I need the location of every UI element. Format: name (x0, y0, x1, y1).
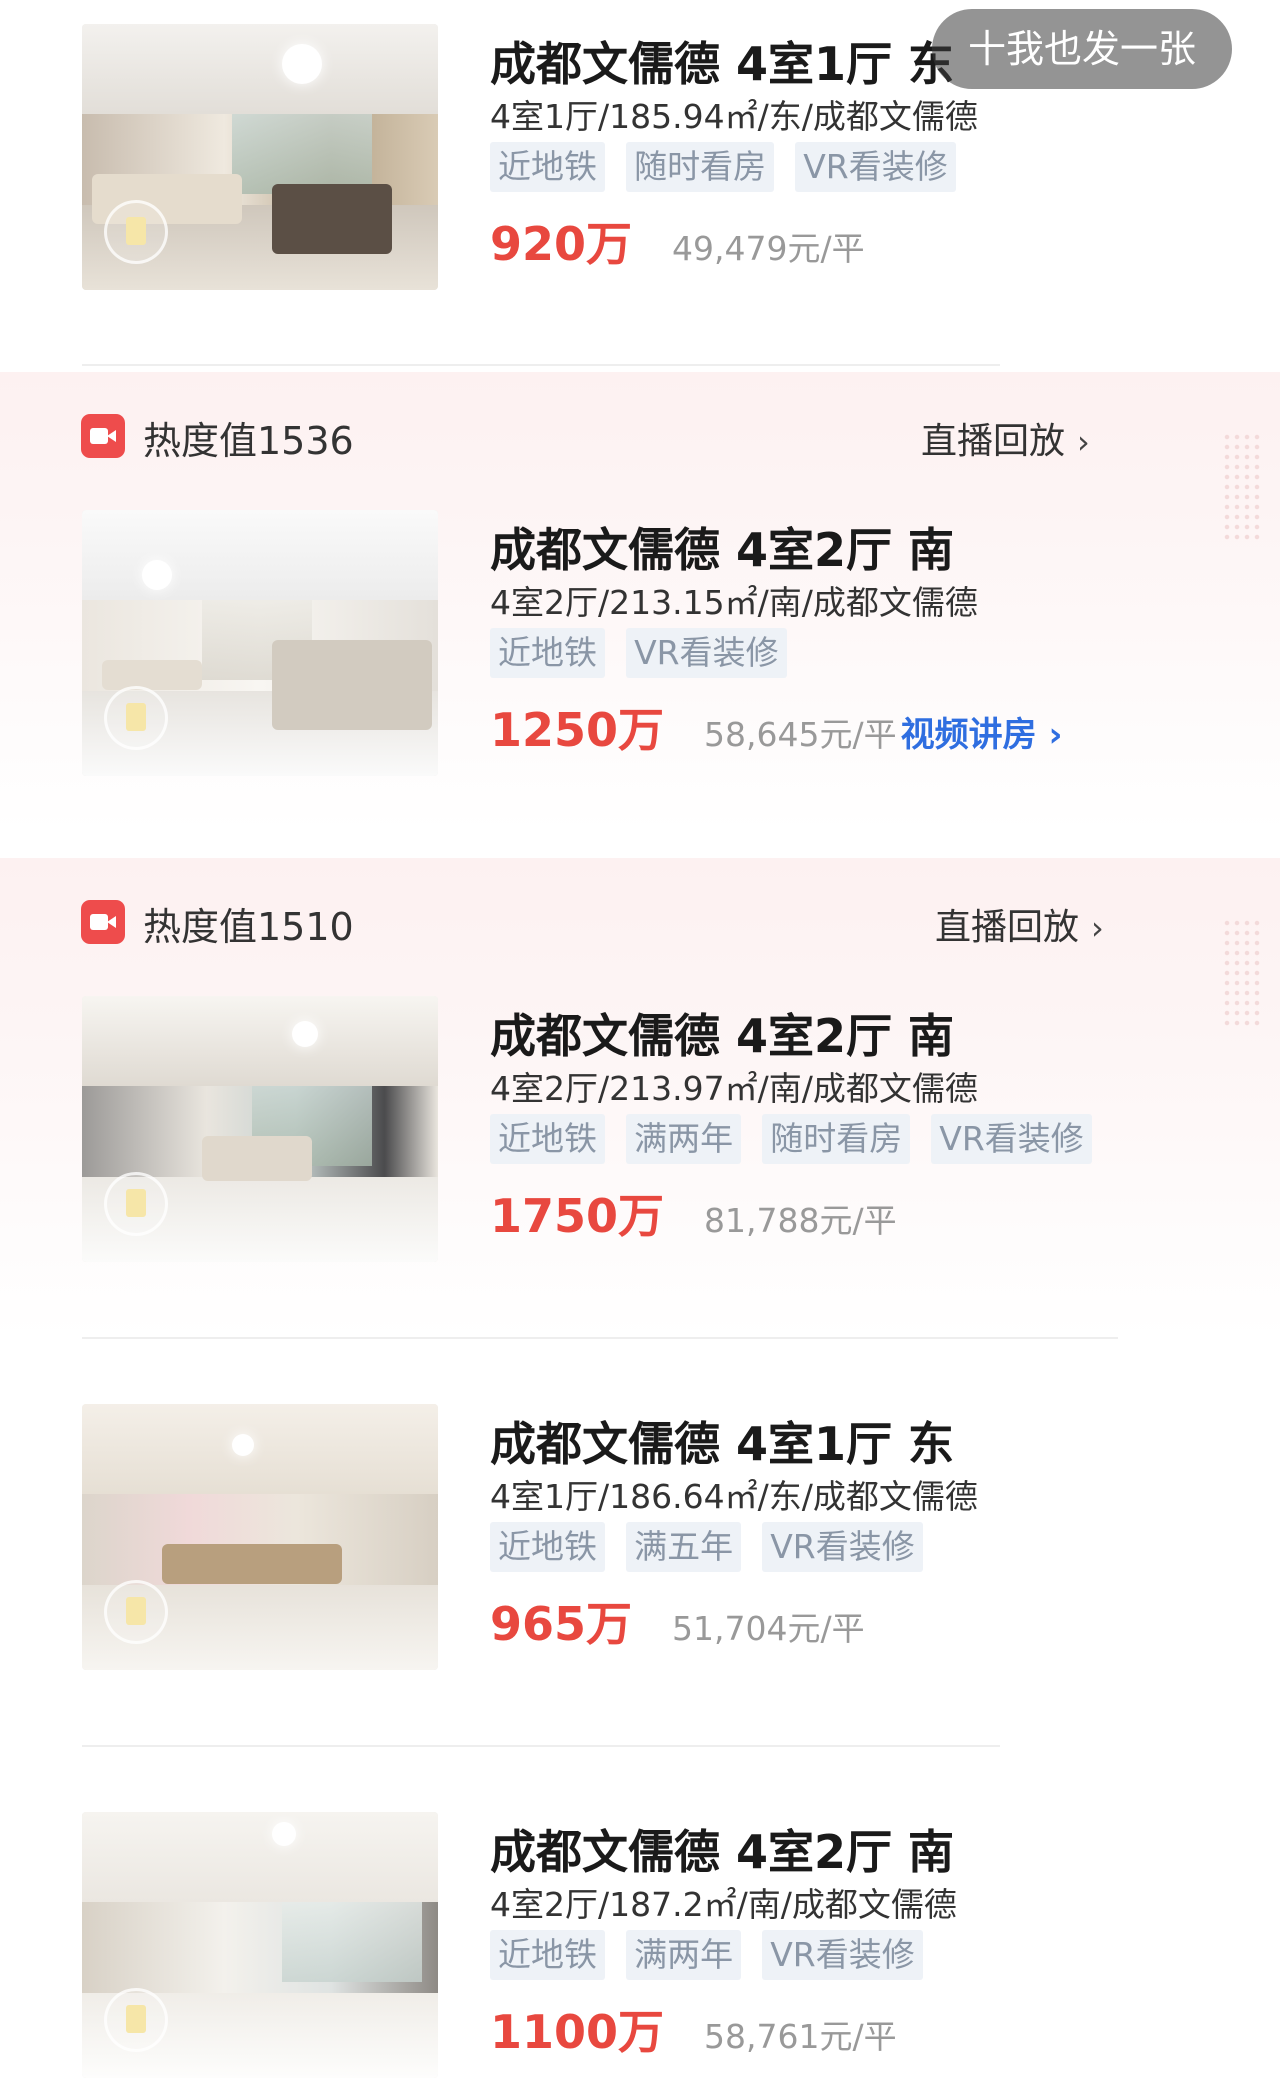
tag-near-subway: 近地铁 (490, 1522, 605, 1572)
tag-two-years: 满两年 (626, 1930, 742, 1980)
unit-price: 81,788元/平 (704, 1201, 897, 1240)
divider (82, 364, 1000, 366)
listing-photo (82, 510, 438, 776)
listing-tags: 近地铁 VR看装修 (490, 628, 803, 680)
listing-title: 成都文儒德 4室2厅 南 (490, 1009, 955, 1063)
listing-title: 成都文儒德 4室1厅 东 (490, 1417, 955, 1471)
listing-card[interactable]: 成都文儒德 4室2厅 南 4室2厅/187.2㎡/南/成都文儒德 近地铁 满两年… (0, 1812, 1280, 2082)
listing-subtitle: 4室1厅/186.64㎡/东/成都文儒德 (490, 1477, 978, 1516)
live-replay-label: 直播回放 (921, 421, 1066, 462)
divider (82, 1745, 1000, 1747)
post-photo-button[interactable]: 十我也发一张 (932, 9, 1232, 89)
tag-near-subway: 近地铁 (490, 628, 605, 678)
total-price: 920万 (490, 217, 633, 271)
price-row: 920万 49,479元/平 (490, 208, 865, 274)
vr-icon (104, 1172, 168, 1236)
listing-tags: 近地铁 满两年 VR看装修 (490, 1930, 939, 1982)
listing-photo (82, 996, 438, 1262)
video-tour-link[interactable]: 视频讲房 › (901, 715, 1063, 755)
tag-five-years: 满五年 (626, 1522, 742, 1572)
vr-icon (104, 200, 168, 264)
listing-title: 成都文儒德 4室1厅 东 (490, 37, 955, 91)
listing-tags: 近地铁 满五年 VR看装修 (490, 1522, 939, 1574)
vr-icon (104, 1988, 168, 2052)
divider (82, 1337, 1118, 1339)
price-row: 965万 51,704元/平 (490, 1588, 865, 1654)
tag-near-subway: 近地铁 (490, 142, 605, 192)
listing-tags: 近地铁 随时看房 VR看装修 (490, 142, 972, 194)
listing-photo (82, 24, 438, 290)
back-button[interactable] (26, 22, 80, 84)
tag-vr-decoration: VR看装修 (626, 628, 787, 678)
listing-photo (82, 1404, 438, 1670)
listing-subtitle: 4室2厅/187.2㎡/南/成都文儒德 (490, 1885, 957, 1924)
live-row: 热度值1536 直播回放 › (0, 406, 1280, 466)
unit-price: 49,479元/平 (672, 229, 865, 268)
total-price: 965万 (490, 1597, 633, 1651)
live-video-icon (81, 900, 125, 944)
listing-subtitle: 4室2厅/213.97㎡/南/成都文儒德 (490, 1069, 978, 1108)
tag-vr-decoration: VR看装修 (795, 142, 956, 192)
price-row: 1250万 58,645元/平 视频讲房 › (490, 694, 1063, 760)
tag-near-subway: 近地铁 (490, 1930, 605, 1980)
live-video-icon (81, 414, 125, 458)
total-price: 1750万 (490, 1189, 665, 1243)
listing-photo (82, 1812, 438, 2078)
unit-price: 51,704元/平 (672, 1609, 865, 1648)
listing-page: 十我也发一张 成都文儒德 4室1厅 东 4室1厅/185.94㎡/东/成都文儒德… (0, 0, 1280, 2099)
tag-viewing-anytime: 随时看房 (762, 1114, 911, 1164)
live-replay-link[interactable]: 直播回放 › (935, 898, 1104, 950)
live-replay-label: 直播回放 (935, 907, 1080, 948)
tag-vr-decoration: VR看装修 (931, 1114, 1092, 1164)
vr-icon (104, 1580, 168, 1644)
chevron-right-icon: › (1091, 909, 1104, 947)
total-price: 1100万 (490, 2005, 665, 2059)
listing-subtitle: 4室1厅/185.94㎡/东/成都文儒德 (490, 97, 978, 136)
tag-viewing-anytime: 随时看房 (626, 142, 775, 192)
listing-card[interactable]: 成都文儒德 4室2厅 南 4室2厅/213.97㎡/南/成都文儒德 近地铁 满两… (0, 996, 1280, 1266)
vr-icon (104, 686, 168, 750)
total-price: 1250万 (490, 703, 665, 757)
live-row: 热度值1510 直播回放 › (0, 892, 1280, 952)
price-row: 1100万 58,761元/平 (490, 1996, 897, 2062)
listing-subtitle: 4室2厅/213.15㎡/南/成都文儒德 (490, 583, 978, 622)
listing-tags: 近地铁 满两年 随时看房 VR看装修 (490, 1114, 1108, 1166)
chevron-left-icon (35, 25, 65, 81)
price-row: 1750万 81,788元/平 (490, 1180, 897, 1246)
chevron-right-icon: › (1077, 423, 1090, 461)
listing-title: 成都文儒德 4室2厅 南 (490, 1825, 955, 1879)
listing-card[interactable]: 成都文儒德 4室1厅 东 4室1厅/186.64㎡/东/成都文儒德 近地铁 满五… (0, 1404, 1280, 1674)
tag-vr-decoration: VR看装修 (762, 1930, 923, 1980)
unit-price: 58,645元/平 (704, 715, 897, 754)
unit-price: 58,761元/平 (704, 2017, 897, 2056)
listing-card[interactable]: 成都文儒德 4室2厅 南 4室2厅/213.15㎡/南/成都文儒德 近地铁 VR… (0, 510, 1280, 780)
heat-value: 热度值1536 (143, 419, 354, 463)
post-photo-label: 十我也发一张 (967, 27, 1196, 71)
listing-title: 成都文儒德 4室2厅 南 (490, 523, 955, 577)
tag-two-years: 满两年 (626, 1114, 742, 1164)
heat-value: 热度值1510 (143, 905, 354, 949)
live-replay-link[interactable]: 直播回放 › (921, 412, 1090, 464)
tag-near-subway: 近地铁 (490, 1114, 605, 1164)
tag-vr-decoration: VR看装修 (762, 1522, 923, 1572)
